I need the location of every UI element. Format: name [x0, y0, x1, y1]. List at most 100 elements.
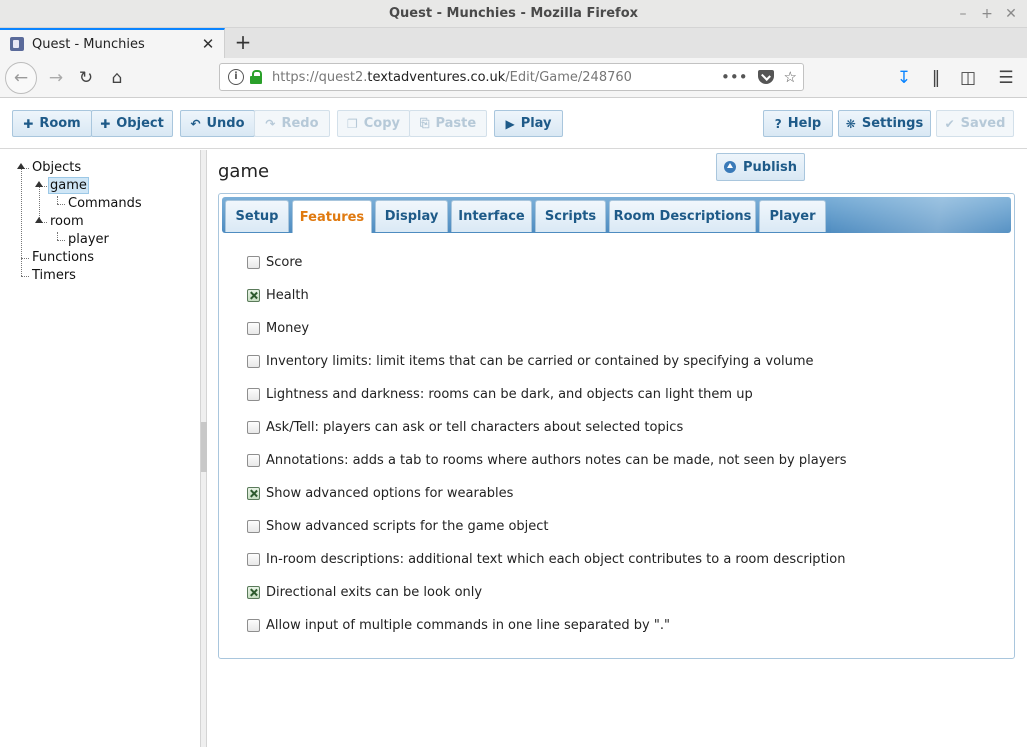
redo-button[interactable]: ↷ Redo [254, 110, 330, 137]
expand-objects-icon[interactable] [17, 163, 25, 169]
feature-checkbox[interactable] [247, 387, 260, 401]
reload-icon[interactable]: ↻ [70, 62, 102, 94]
tab-interface[interactable]: Interface [451, 200, 532, 232]
undo-icon: ↶ [190, 116, 201, 131]
home-icon[interactable]: ⌂ [101, 62, 133, 94]
tree-item-functions[interactable]: Functions [32, 250, 94, 265]
paste-icon: ⎘ [419, 116, 430, 130]
url-bar[interactable]: i https://quest2.textadventures.co.uk/Ed… [219, 63, 804, 91]
pocket-icon[interactable] [757, 70, 774, 84]
feature-option[interactable]: Inventory limits: limit items that can b… [247, 351, 814, 371]
feature-option[interactable]: Directional exits can be look only [247, 582, 482, 602]
feature-checkbox[interactable] [247, 255, 260, 269]
editor-toolbar: ✚ Room ✚ Object ↶ Undo ↷ Redo ❐ Copy ⎘ Paste ▶… [0, 99, 1027, 149]
feature-option[interactable]: Allow input of multiple commands in one … [247, 615, 670, 635]
feature-checkbox[interactable] [247, 552, 260, 566]
lock-icon [250, 70, 262, 84]
redo-label: Redo [281, 116, 319, 131]
saved-button[interactable]: ✔ Saved [936, 110, 1014, 137]
help-label: Help [787, 116, 822, 131]
close-tab-icon[interactable]: ✕ [198, 35, 218, 53]
feature-option[interactable]: Lightness and darkness: rooms can be dar… [247, 384, 753, 404]
splitter-handle[interactable] [201, 422, 207, 472]
library-icon[interactable]: ‖ [920, 62, 952, 94]
tree-item-commands[interactable]: Commands [68, 196, 142, 211]
undo-button[interactable]: ↶ Undo [180, 110, 255, 137]
browser-tab-title: Quest - Munchies [32, 36, 145, 52]
tab-room-descriptions[interactable]: Room Descriptions [609, 200, 756, 232]
feature-checkbox[interactable] [247, 486, 260, 500]
feature-checkbox[interactable] [247, 288, 260, 302]
play-label: Play [520, 116, 552, 131]
check-icon: ✔ [944, 116, 955, 131]
tree-item-player[interactable]: player [68, 232, 109, 247]
quest-favicon-icon [10, 37, 24, 51]
feature-checkbox[interactable] [247, 585, 260, 599]
feature-checkbox[interactable] [247, 618, 260, 632]
new-tab-icon[interactable]: + [232, 30, 254, 54]
feature-checkbox[interactable] [247, 453, 260, 467]
tab-player[interactable]: Player [759, 200, 826, 232]
copy-icon: ❐ [346, 116, 358, 131]
tree-connector [21, 276, 29, 277]
help-icon: ? [774, 116, 782, 131]
tab-features[interactable]: Features [292, 200, 372, 233]
feature-label: Money [266, 320, 310, 336]
feature-option[interactable]: Show advanced options for wearables [247, 483, 513, 503]
feature-checkbox[interactable] [247, 420, 260, 434]
publish-label: Publish [743, 159, 797, 175]
feature-option[interactable]: Annotations: adds a tab to rooms where a… [247, 450, 847, 470]
paste-button[interactable]: ⎘ Paste [409, 110, 487, 137]
feature-option[interactable]: Health [247, 285, 309, 305]
copy-button[interactable]: ❐ Copy [337, 110, 410, 137]
tab-scripts[interactable]: Scripts [535, 200, 606, 232]
feature-label: Score [266, 254, 303, 270]
tree-item-game[interactable]: game [48, 177, 89, 194]
settings-label: Settings [861, 116, 924, 131]
menu-icon[interactable]: ☰ [990, 62, 1022, 94]
gear-icon: ❋ [845, 116, 856, 131]
url-domain: textadventures.co.uk [367, 69, 506, 85]
maximize-icon[interactable]: + [979, 0, 995, 28]
feature-option[interactable]: Ask/Tell: players can ask or tell charac… [247, 417, 683, 437]
feature-label: Directional exits can be look only [266, 584, 483, 600]
expand-game-icon[interactable] [35, 181, 43, 187]
bookmark-star-icon[interactable]: ☆ [784, 68, 797, 86]
paste-label: Paste [435, 116, 477, 131]
close-window-icon[interactable]: ✕ [1003, 0, 1019, 28]
publish-button[interactable]: Publish [716, 153, 805, 181]
feature-option[interactable]: In-room descriptions: additional text wh… [247, 549, 845, 569]
downloads-icon[interactable]: ↧ [888, 62, 920, 94]
window-controls: – + ✕ [955, 0, 1019, 28]
page-actions-icon[interactable]: ••• [721, 68, 748, 86]
feature-option[interactable]: Money [247, 318, 309, 338]
sidebar-icon[interactable]: ◫ [952, 62, 984, 94]
feature-option[interactable]: Show advanced scripts for the game objec… [247, 516, 549, 536]
info-icon[interactable]: i [228, 69, 244, 85]
help-button[interactable]: ? Help [763, 110, 833, 137]
feature-checkbox[interactable] [247, 354, 260, 368]
window-title: Quest - Munchies - Mozilla Firefox [388, 6, 639, 21]
tree-connector [57, 204, 65, 205]
feature-option[interactable]: Score [247, 252, 302, 272]
add-object-button[interactable]: ✚ Object [91, 110, 173, 137]
play-button[interactable]: ▶ Play [494, 110, 563, 137]
url-text[interactable]: https://quest2.textadventures.co.uk/Edit… [272, 70, 721, 85]
settings-button[interactable]: ❋ Settings [838, 110, 931, 137]
feature-label: Lightness and darkness: rooms can be dar… [266, 386, 753, 402]
add-room-button[interactable]: ✚ Room [12, 110, 92, 137]
minimize-icon[interactable]: – [955, 0, 971, 28]
tree-connector [21, 258, 29, 259]
expand-room-icon[interactable] [35, 217, 43, 223]
tree-item-room[interactable]: room [50, 214, 84, 229]
tab-display[interactable]: Display [375, 200, 448, 232]
feature-checkbox[interactable] [247, 321, 260, 335]
feature-checkbox[interactable] [247, 519, 260, 533]
tab-setup[interactable]: Setup [225, 200, 289, 232]
tree-item-objects[interactable]: Objects [32, 160, 81, 175]
forward-icon[interactable]: → [40, 62, 72, 94]
feature-label: Health [266, 287, 309, 303]
browser-tab[interactable]: Quest - Munchies ✕ [0, 28, 225, 58]
tree-item-timers[interactable]: Timers [32, 268, 76, 283]
back-icon[interactable]: ← [5, 62, 37, 94]
